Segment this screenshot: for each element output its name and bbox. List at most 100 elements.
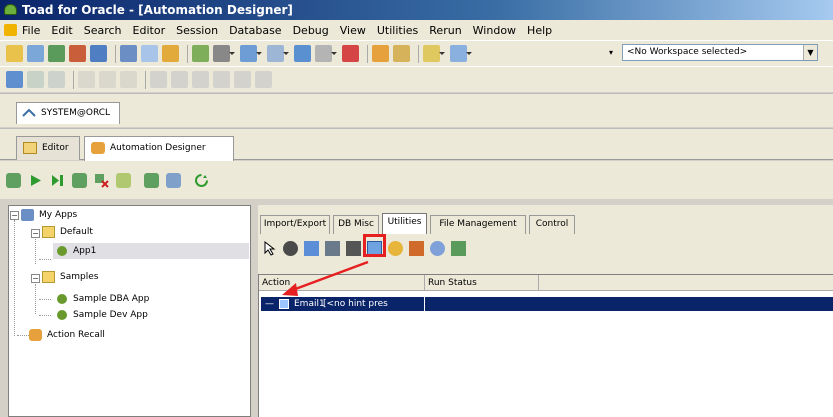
grid-icon[interactable] (120, 45, 137, 62)
ftp-icon[interactable] (451, 240, 466, 256)
script-icon[interactable] (315, 45, 337, 62)
table-row[interactable]: — Email1 [<no hint pres (261, 297, 833, 311)
copy-icon[interactable] (99, 71, 116, 88)
menu-utilities[interactable]: Utilities (377, 24, 418, 37)
window-title-bar[interactable]: Toad for Oracle - [Automation Designer] (0, 0, 833, 20)
app-icon (57, 310, 67, 320)
uncomment-icon[interactable] (234, 71, 251, 88)
paste-icon[interactable] (120, 71, 137, 88)
menu-window[interactable]: Window (473, 24, 516, 37)
apps-root-icon (21, 209, 34, 221)
cut-icon[interactable] (78, 71, 95, 88)
connection-tab[interactable]: SYSTEM@ORCL (16, 102, 120, 124)
export-icon[interactable] (240, 45, 262, 62)
refresh-icon[interactable] (194, 173, 209, 188)
indent-icon[interactable] (255, 71, 272, 88)
message-icon[interactable] (388, 240, 403, 256)
session-browser-icon[interactable] (48, 45, 65, 62)
pointer-icon[interactable] (262, 240, 277, 256)
find-object-icon[interactable] (304, 240, 319, 256)
expand-toggle-samples[interactable]: − (31, 274, 40, 283)
print-icon[interactable] (346, 240, 361, 256)
commit-icon[interactable] (48, 71, 65, 88)
apps-tree[interactable]: − My Apps − Default App1 − Samples Sampl… (8, 205, 251, 417)
connect-icon[interactable] (6, 71, 23, 88)
menu-database[interactable]: Database (229, 24, 282, 37)
toolbar-separator (367, 44, 368, 63)
tools-icon[interactable] (267, 45, 289, 62)
menu-file[interactable]: File (22, 24, 40, 37)
tree-item-action-recall[interactable]: Action Recall (27, 327, 227, 343)
log-icon[interactable] (430, 240, 445, 256)
properties-icon[interactable] (116, 172, 131, 188)
add-app-icon[interactable] (6, 172, 21, 188)
column-header-run-status[interactable]: Run Status (425, 275, 539, 291)
version-control-icon[interactable] (393, 45, 410, 62)
run-icon[interactable] (28, 173, 43, 188)
replace-icon[interactable] (171, 71, 188, 88)
tab-import-export[interactable]: Import/Export (260, 215, 330, 234)
folder-icon (42, 226, 55, 238)
sql-monitor-icon[interactable] (69, 45, 86, 62)
menu-editor[interactable]: Editor (133, 24, 166, 37)
report-icon[interactable] (213, 45, 235, 62)
connection-tab-label: SYSTEM@ORCL (41, 108, 111, 118)
tree-item-app1[interactable]: App1 (53, 243, 249, 259)
pause-icon[interactable] (409, 240, 424, 256)
new-editor-icon[interactable] (6, 45, 23, 62)
disconnect-icon[interactable] (27, 71, 44, 88)
diagram-icon[interactable] (294, 45, 311, 62)
tab-automation-designer[interactable]: Automation Designer (84, 136, 234, 161)
toolbar-separator (115, 44, 116, 63)
column-header-action[interactable]: Action (259, 275, 425, 291)
copy-app-icon[interactable] (144, 172, 159, 188)
automation-icon[interactable] (162, 45, 179, 62)
run-program-icon[interactable] (283, 240, 298, 256)
menu-app-icon[interactable] (4, 24, 17, 36)
email-action-highlight (363, 234, 386, 257)
tree-item-sample-dev-app[interactable]: Sample Dev App (53, 307, 243, 323)
find-icon[interactable] (150, 71, 167, 88)
menu-debug[interactable]: Debug (293, 24, 329, 37)
expand-toggle-default[interactable]: − (31, 229, 40, 238)
stop-icon[interactable] (342, 45, 359, 62)
window-icon[interactable] (141, 45, 158, 62)
team-coding-icon[interactable] (372, 45, 389, 62)
tab-utilities[interactable]: Utilities (382, 213, 427, 234)
tab-db-misc[interactable]: DB Misc (333, 215, 379, 234)
app-icon (57, 246, 67, 256)
tree-item-label: Samples (60, 272, 99, 282)
menu-view[interactable]: View (340, 24, 366, 37)
tree-item-samples[interactable]: Samples (40, 269, 220, 285)
schedule-icon[interactable] (72, 172, 87, 188)
menu-search[interactable]: Search (84, 24, 122, 37)
comment-icon[interactable] (213, 71, 230, 88)
menu-edit[interactable]: Edit (51, 24, 72, 37)
menu-session[interactable]: Session (176, 24, 218, 37)
zip-icon[interactable] (325, 240, 340, 256)
connection-icon (22, 108, 36, 117)
actions-grid[interactable]: Action Run Status — Email1 [<no hint pre… (258, 274, 833, 417)
menu-help[interactable]: Help (527, 24, 552, 37)
chevron-down-icon[interactable]: ▼ (803, 45, 817, 60)
delete-icon[interactable] (94, 173, 109, 188)
expand-toggle-my-apps[interactable]: − (10, 211, 19, 220)
tree-item-sample-dba-app[interactable]: Sample DBA App (53, 291, 243, 307)
tree-item-label: App1 (73, 246, 97, 256)
tab-file-management[interactable]: File Management (430, 215, 526, 234)
database-icon[interactable] (90, 45, 107, 62)
move-app-icon[interactable] (166, 172, 181, 188)
workspace-dropdown-arrow-icon[interactable]: ▾ (609, 44, 619, 61)
tab-control[interactable]: Control (529, 215, 575, 234)
run-selected-icon[interactable] (50, 173, 65, 188)
menu-rerun[interactable]: Rerun (429, 24, 461, 37)
tree-item-default[interactable]: Default (40, 224, 220, 240)
workspace-select[interactable]: <No Workspace selected> ▼ (622, 44, 818, 61)
schema-browser-icon[interactable] (27, 45, 44, 62)
folder-icon[interactable] (423, 45, 445, 62)
format-icon[interactable] (192, 71, 209, 88)
tree-item-my-apps[interactable]: My Apps (19, 207, 219, 223)
tab-editor[interactable]: Editor (16, 136, 80, 160)
compare-icon[interactable] (192, 45, 209, 62)
tools-2-icon[interactable] (450, 45, 472, 62)
